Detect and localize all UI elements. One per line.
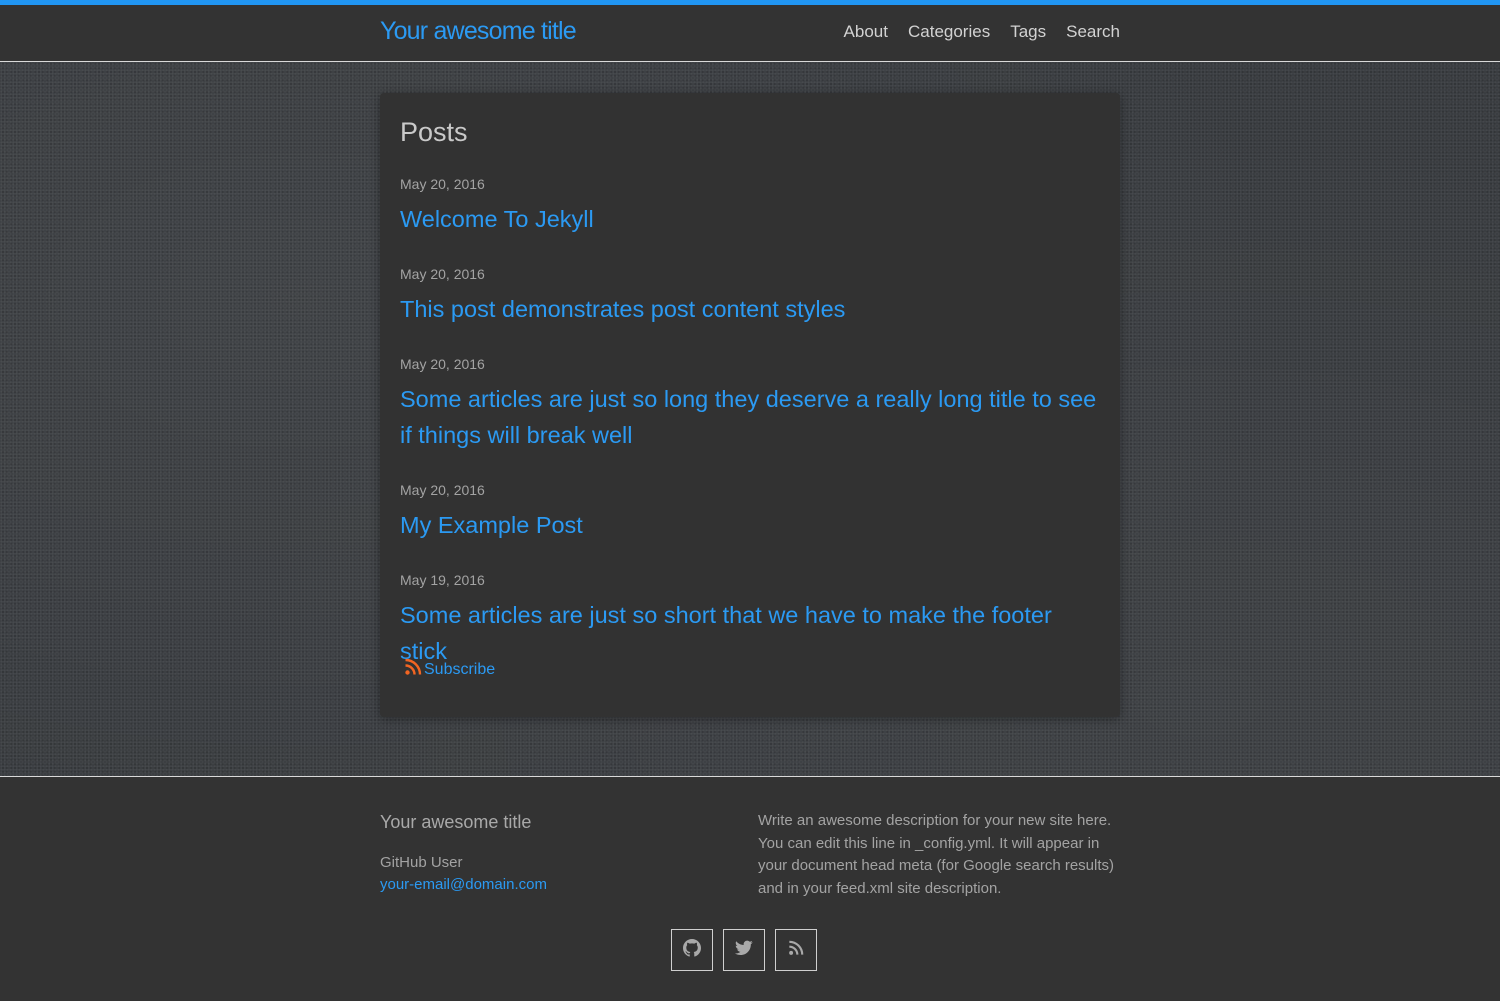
- posts-card: Posts May 20, 2016 Welcome To Jekyll May…: [380, 93, 1120, 717]
- github-icon: [683, 938, 701, 962]
- site-title-link[interactable]: Your awesome title: [380, 17, 577, 46]
- post-title-link[interactable]: Some articles are just so long they dese…: [400, 381, 1100, 453]
- main-nav: About Categories Tags Search: [844, 22, 1120, 42]
- post-item: May 20, 2016 This post demonstrates post…: [400, 265, 1100, 327]
- subscribe-link[interactable]: Subscribe: [404, 658, 495, 681]
- post-title-link[interactable]: My Example Post: [400, 507, 1100, 543]
- social-links: [671, 929, 817, 971]
- post-date: May 20, 2016: [400, 266, 485, 282]
- footer-email-link[interactable]: your-email@domain.com: [380, 876, 547, 893]
- footer-site-title: Your awesome title: [380, 812, 532, 832]
- post-title-link[interactable]: Some articles are just so short that we …: [400, 597, 1100, 669]
- nav-search[interactable]: Search: [1066, 22, 1120, 42]
- twitter-icon: [735, 940, 753, 961]
- post-title-link[interactable]: Welcome To Jekyll: [400, 201, 1100, 237]
- rss-icon: [788, 940, 804, 961]
- post-date: May 19, 2016: [400, 572, 485, 588]
- post-date: May 20, 2016: [400, 356, 485, 372]
- nav-tags[interactable]: Tags: [1010, 22, 1046, 42]
- nav-about[interactable]: About: [844, 22, 888, 42]
- footer-author-name: GitHub User: [380, 854, 463, 871]
- post-item: May 20, 2016 My Example Post: [400, 481, 1100, 543]
- github-link[interactable]: [671, 929, 713, 971]
- subscribe-label: Subscribe: [424, 660, 496, 678]
- post-item: May 20, 2016 Some articles are just so l…: [400, 355, 1100, 453]
- site-footer: Your awesome title GitHub User your-emai…: [0, 776, 1500, 1001]
- nav-categories[interactable]: Categories: [908, 22, 990, 42]
- post-item: May 20, 2016 Welcome To Jekyll: [400, 175, 1100, 237]
- rss-feed-link[interactable]: [775, 929, 817, 971]
- post-date: May 20, 2016: [400, 482, 485, 498]
- posts-heading: Posts: [400, 117, 468, 147]
- twitter-link[interactable]: [723, 929, 765, 971]
- post-title-link[interactable]: This post demonstrates post content styl…: [400, 291, 1100, 327]
- site-header: Your awesome title About Categories Tags…: [0, 5, 1500, 62]
- rss-icon: [404, 658, 422, 681]
- post-item: May 19, 2016 Some articles are just so s…: [400, 571, 1100, 669]
- footer-description: Write an awesome description for your ne…: [758, 812, 1115, 897]
- post-date: May 20, 2016: [400, 176, 485, 192]
